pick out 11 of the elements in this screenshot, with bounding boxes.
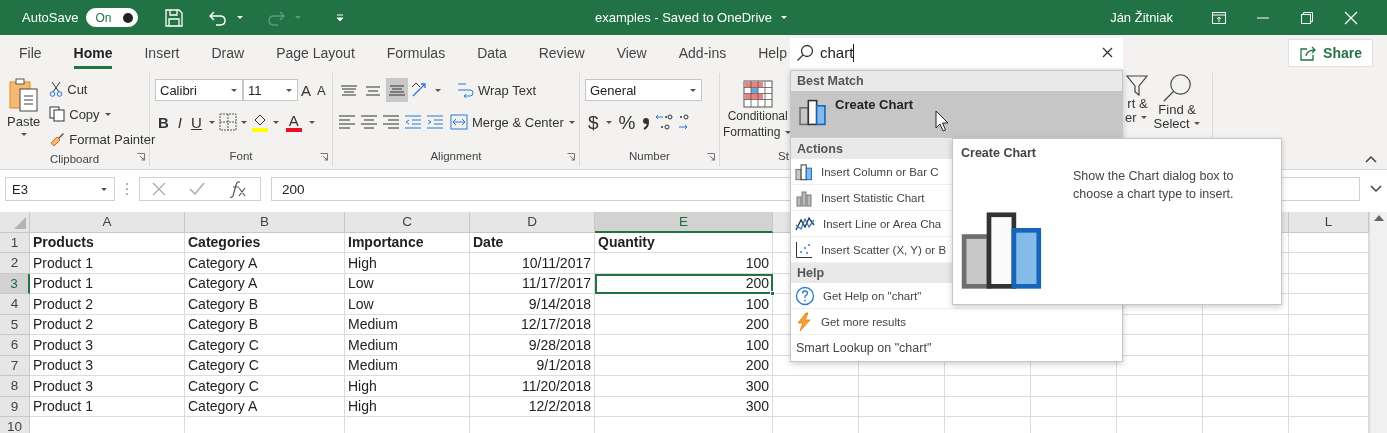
group-label: Clipboard: [49, 152, 100, 165]
tooltip-title: Create Chart: [961, 145, 1038, 162]
window-title: examples - Saved to OneDrive: [595, 10, 773, 25]
group-label: Number: [629, 150, 670, 162]
tooltip-description: Show the Chart dialog box to choose a chart type to insert.: [1073, 168, 1235, 203]
group-label: Font: [229, 150, 253, 162]
group-label: St: [778, 150, 789, 162]
group-label: Alignment: [430, 150, 482, 162]
section-heading: Best Match: [791, 71, 1122, 91]
autosave-label: AutoSave: [22, 10, 79, 25]
user-name: Ján Žitniak: [1110, 10, 1173, 25]
